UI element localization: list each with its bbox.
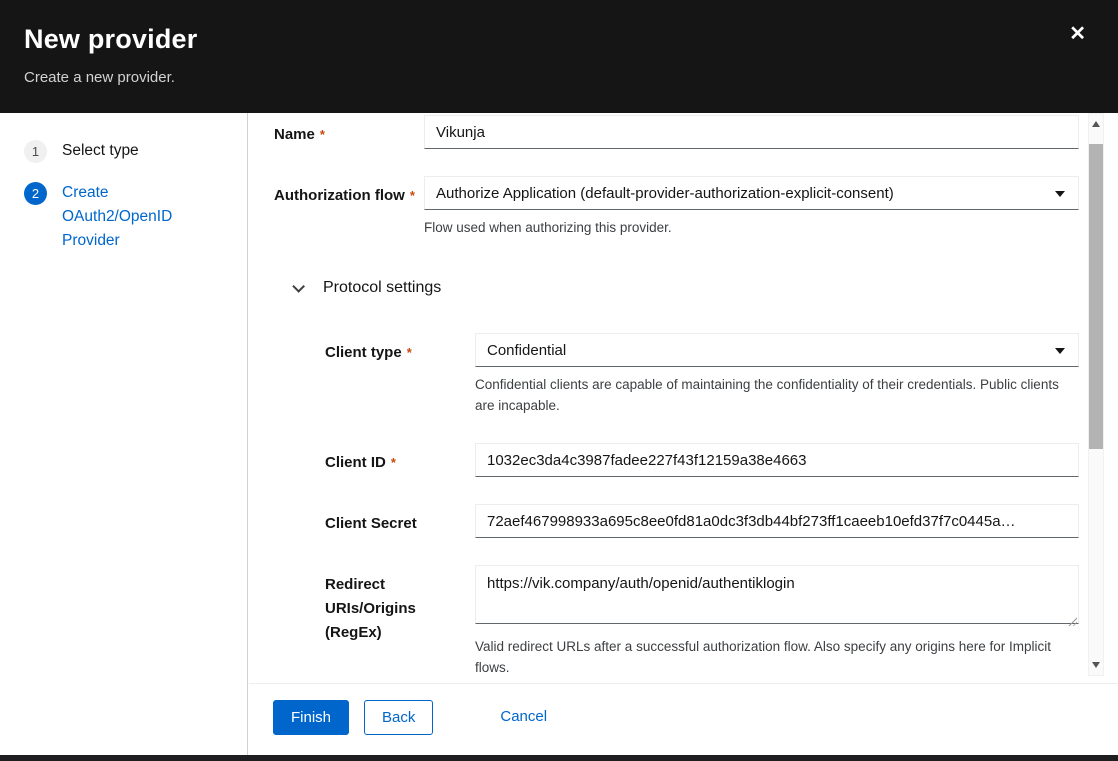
cancel-button[interactable]: Cancel xyxy=(496,700,551,733)
authorization-flow-label: Authorization flow* xyxy=(274,176,424,238)
chevron-down-icon xyxy=(292,280,305,293)
dropdown-caret-icon xyxy=(1055,191,1065,197)
redirect-uris-label: Redirect URIs/Origins (RegEx) xyxy=(325,565,475,678)
wizard-step-create-provider[interactable]: 2 Create OAuth2/OpenID Provider xyxy=(24,181,231,253)
selected-option: Confidential xyxy=(487,342,566,359)
provider-form: Name* Authorization flow* Authorize Appl… xyxy=(249,113,1118,678)
new-provider-modal: New provider Create a new provider. ✕ 1 … xyxy=(0,0,1118,761)
step-label: Select type xyxy=(62,139,139,163)
wizard-sidebar: 1 Select type 2 Create OAuth2/OpenID Pro… xyxy=(0,113,248,755)
modal-subtitle: Create a new provider. xyxy=(24,69,1118,86)
close-button[interactable]: ✕ xyxy=(1069,24,1086,44)
back-button[interactable]: Back xyxy=(364,700,433,735)
protocol-settings-title: Protocol settings xyxy=(323,279,441,297)
form-row-client-id: Client ID* xyxy=(274,443,1079,477)
finish-button[interactable]: Finish xyxy=(273,700,349,735)
step-number-badge: 2 xyxy=(24,182,47,205)
required-asterisk: * xyxy=(320,127,325,142)
protocol-settings-toggle[interactable]: Protocol settings xyxy=(292,279,1079,297)
page-backdrop xyxy=(0,755,1118,761)
dropdown-caret-icon xyxy=(1055,348,1065,354)
selected-option: Authorize Application (default-provider-… xyxy=(436,185,894,202)
modal-header: New provider Create a new provider. ✕ xyxy=(0,0,1118,113)
form-row-client-type: Client type* Confidential Confidential c… xyxy=(274,333,1079,416)
form-row-client-secret: Client Secret xyxy=(274,504,1079,538)
required-asterisk: * xyxy=(410,188,415,203)
client-id-input[interactable] xyxy=(475,443,1079,477)
step-label: Create OAuth2/OpenID Provider xyxy=(62,181,187,253)
required-asterisk: * xyxy=(391,455,396,470)
scrollbar-down-arrow-icon[interactable] xyxy=(1092,662,1100,668)
wizard-content: Name* Authorization flow* Authorize Appl… xyxy=(249,113,1118,755)
client-type-help: Confidential clients are capable of main… xyxy=(475,374,1079,416)
client-type-label: Client type* xyxy=(325,333,475,416)
redirect-uris-textarea[interactable]: https://vik.company/auth/openid/authenti… xyxy=(475,565,1079,624)
authorization-flow-help: Flow used when authorizing this provider… xyxy=(424,217,1079,238)
scrollbar[interactable] xyxy=(1088,113,1104,676)
wizard-footer: Finish Back Cancel xyxy=(249,683,1118,755)
authorization-flow-select[interactable]: Authorize Application (default-provider-… xyxy=(424,176,1079,210)
close-icon: ✕ xyxy=(1069,23,1086,45)
form-row-redirect-uris: Redirect URIs/Origins (RegEx) https://vi… xyxy=(274,565,1079,678)
wizard-step-select-type[interactable]: 1 Select type xyxy=(24,139,231,163)
client-secret-label: Client Secret xyxy=(325,504,475,538)
scrollbar-thumb[interactable] xyxy=(1089,144,1103,449)
name-input[interactable] xyxy=(424,115,1079,149)
form-row-authorization-flow: Authorization flow* Authorize Applicatio… xyxy=(274,176,1079,238)
scrollbar-up-arrow-icon[interactable] xyxy=(1092,121,1100,127)
name-label: Name* xyxy=(274,115,424,149)
redirect-uris-help: Valid redirect URLs after a successful a… xyxy=(475,636,1079,678)
client-secret-input[interactable] xyxy=(475,504,1079,538)
required-asterisk: * xyxy=(407,345,412,360)
client-id-label: Client ID* xyxy=(325,443,475,477)
modal-title: New provider xyxy=(24,24,1118,55)
client-type-select[interactable]: Confidential xyxy=(475,333,1079,367)
step-number-badge: 1 xyxy=(24,140,47,163)
form-row-name: Name* xyxy=(274,115,1079,149)
